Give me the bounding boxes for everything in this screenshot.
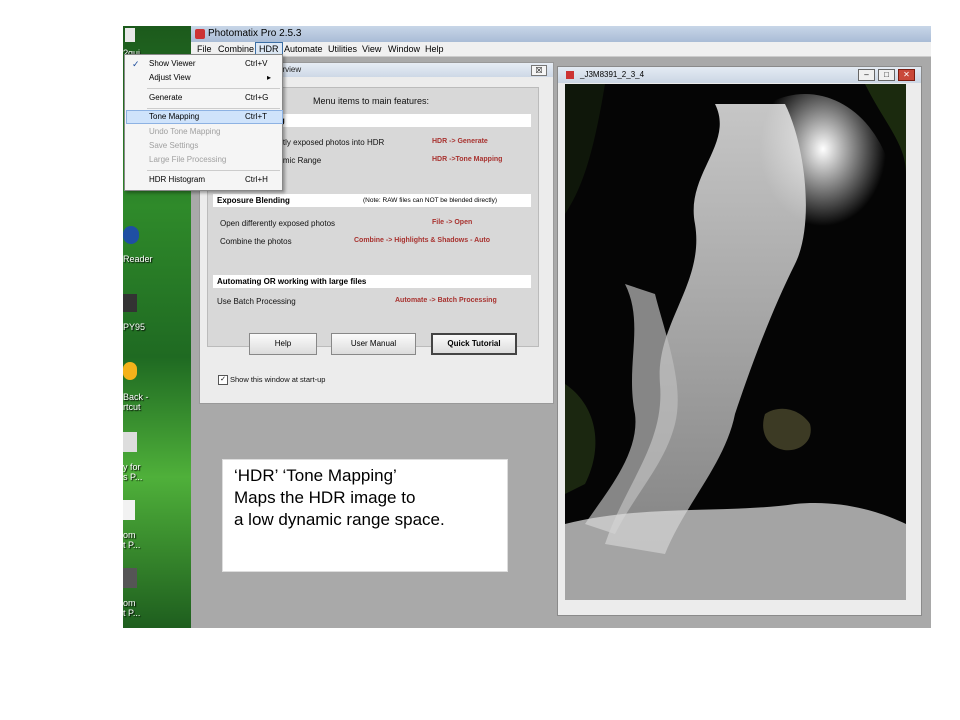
maximize-icon[interactable]: □ [878,69,895,81]
image-window: _J3M8391_2_3_4 – □ ✕ [557,66,922,616]
waterfall-photo[interactable] [565,84,906,600]
section-automating-header: Automating OR working with large files [213,275,531,288]
menu-item-save-settings[interactable]: Save Settings [126,139,281,153]
row-label: ently exposed photos into HDR [274,138,385,147]
menu-item-undo-tone-mapping[interactable]: Undo Tone Mapping [126,125,281,139]
row-path[interactable]: Combine -> Highlights & Shadows - Auto [354,237,490,244]
menu-view[interactable]: View [359,42,384,56]
menu-item-hdr-histogram[interactable]: HDR Histogram Ctrl+H [126,173,281,187]
menu-separator [147,170,280,171]
menu-separator [147,108,280,109]
desktop-icon-label: om t P... [123,530,141,550]
startup-checkbox[interactable]: ✓ [218,375,228,385]
menu-automate[interactable]: Automate [281,42,326,56]
image-window-title: _J3M8391_2_3_4 [580,70,645,79]
caption-box: ‘HDR’ ‘Tone Mapping’ Maps the HDR image … [222,459,508,572]
reader-icon [123,226,139,244]
overview-heading: Menu items to main features: [313,96,430,106]
menu-item-adjust-view[interactable]: Adjust View ▸ [126,71,281,85]
image-file-icon [566,71,574,79]
menu-item-tone-mapping[interactable]: Tone Mapping Ctrl+T [126,110,283,124]
desktop-icon-label: PY95 [123,322,146,332]
close-icon[interactable]: ✕ [898,69,915,81]
caption-line-3: a low dynamic range space. [234,510,445,529]
menu-item-generate[interactable]: Generate Ctrl+G [126,91,281,105]
desktop-icon-label: Back - rtcut [123,392,149,412]
check-icon: ✓ [132,59,140,69]
minimize-icon[interactable]: – [858,69,875,81]
menu-separator [147,88,280,89]
folder-icon [125,28,135,42]
row-label: Open differently exposed photos [220,219,336,228]
menu-utilities[interactable]: Utilities [325,42,360,56]
row-path[interactable]: Automate -> Batch Processing [395,297,497,304]
desktop-icon-label: Reader [123,254,153,264]
submenu-arrow-icon: ▸ [267,73,272,82]
caption-line-2: Maps the HDR image to [234,488,416,507]
program-icon [123,294,137,312]
menubar: File Combine HDR Automate Utilities View… [191,42,931,57]
help-button[interactable]: Help [249,333,317,355]
quick-tutorial-button[interactable]: Quick Tutorial [431,333,517,355]
waterfall-image [565,84,906,600]
menu-item-large-file-processing[interactable]: Large File Processing [126,153,281,167]
startup-label: Show this window at start-up [230,375,326,384]
printer-icon [123,432,137,452]
desktop-icon-label: y for s P... [123,462,143,482]
row-label: Use Batch Processing [217,297,296,306]
document2-icon [123,568,137,588]
caption-line-1: ‘HDR’ ‘Tone Mapping’ [234,466,397,485]
image-window-titlebar[interactable]: _J3M8391_2_3_4 – □ ✕ [558,67,921,83]
section-exposure-header: Exposure Blending (Note: RAW files can N… [213,194,531,207]
menu-window[interactable]: Window [385,42,423,56]
user-manual-button[interactable]: User Manual [331,333,416,355]
app-titlebar[interactable]: Photomatix Pro 2.5.3 [191,26,931,42]
app-title: Photomatix Pro 2.5.3 [208,28,302,39]
hdr-dropdown-menu: ✓ Show Viewer Ctrl+V Adjust View ▸ Gener… [124,54,283,191]
row-path[interactable]: HDR -> Generate [432,138,488,145]
row-path[interactable]: File -> Open [432,219,472,226]
menu-help[interactable]: Help [422,42,447,56]
row-label: Combine the photos [220,237,292,246]
close-icon[interactable]: ☒ [531,65,547,76]
menu-item-show-viewer[interactable]: ✓ Show Viewer Ctrl+V [126,57,281,71]
document-icon [123,500,135,520]
shortcut-icon [123,362,137,380]
desktop-icon-label: om t P... [123,598,141,618]
app-icon [195,29,205,39]
row-path[interactable]: HDR ->Tone Mapping [432,156,502,163]
